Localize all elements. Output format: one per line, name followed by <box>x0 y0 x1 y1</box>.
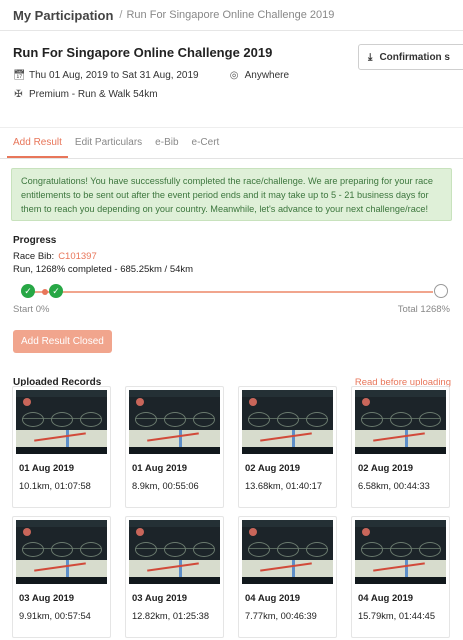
breadcrumb-event: Run For Singapore Online Challenge 2019 <box>126 9 335 21</box>
progress-total-label: Total 1268% <box>397 304 450 315</box>
record-date: 01 Aug 2019 <box>19 463 75 474</box>
record-stats: 9.91km, 00:57:54 <box>19 611 91 621</box>
progress-labels: Start 0% Total 1268% <box>13 304 450 315</box>
progress-start-label: Start 0% <box>13 304 50 315</box>
record-screenshot[interactable] <box>242 390 333 454</box>
record-stats: 13.68km, 01:40:17 <box>245 481 323 491</box>
breadcrumb-my-participation[interactable]: My Participation <box>13 8 113 23</box>
tab-e-bib[interactable]: e-Bib <box>155 128 178 158</box>
event-location-text: Anywhere <box>244 70 290 81</box>
record-screenshot[interactable] <box>129 520 220 584</box>
record-date: 02 Aug 2019 <box>245 463 301 474</box>
record-screenshot[interactable] <box>16 520 107 584</box>
confirmation-button[interactable]: ⤓ Confirmation s <box>358 44 463 70</box>
progress-heading: Progress <box>13 235 57 246</box>
record-date: 01 Aug 2019 <box>132 463 188 474</box>
record-card[interactable]: 02 Aug 2019 6.58km, 00:44:33 <box>351 386 450 508</box>
record-stats: 15.79km, 01:44:45 <box>358 611 436 621</box>
tab-e-cert[interactable]: e-Cert <box>192 128 220 158</box>
check-icon: ✓ <box>49 284 63 298</box>
record-date: 02 Aug 2019 <box>358 463 414 474</box>
progress-line <box>29 291 433 293</box>
confirmation-label: Confirmation s <box>379 51 450 63</box>
event-meta: 📅︎ Thu 01 Aug, 2019 to Sat 31 Aug, 2019 … <box>13 70 450 81</box>
record-date: 04 Aug 2019 <box>358 593 414 604</box>
records-header: Uploaded Records Read before uploading <box>0 353 463 388</box>
record-screenshot[interactable] <box>355 390 446 454</box>
record-card[interactable]: 02 Aug 2019 13.68km, 01:40:17 <box>238 386 337 508</box>
record-card[interactable]: 04 Aug 2019 15.79km, 01:44:45 <box>351 516 450 638</box>
record-screenshot[interactable] <box>355 520 446 584</box>
event-header: Run For Singapore Online Challenge 2019 … <box>0 31 463 128</box>
record-date: 04 Aug 2019 <box>245 593 301 604</box>
record-date: 03 Aug 2019 <box>132 593 188 604</box>
record-card[interactable]: 03 Aug 2019 12.82km, 01:25:38 <box>125 516 224 638</box>
download-icon: ⤓ <box>368 51 373 63</box>
progress-marker <box>42 289 48 295</box>
event-location: ◎ Anywhere <box>229 70 289 81</box>
record-stats: 6.58km, 00:44:33 <box>358 481 430 491</box>
record-screenshot[interactable] <box>129 390 220 454</box>
record-card[interactable]: 01 Aug 2019 8.9km, 00:55:06 <box>125 386 224 508</box>
check-icon: ✓ <box>21 284 35 298</box>
event-category: Premium - Run & Walk 54km <box>29 89 158 100</box>
record-card[interactable]: 03 Aug 2019 9.91km, 00:57:54 <box>12 516 111 638</box>
event-dates: Thu 01 Aug, 2019 to Sat 31 Aug, 2019 <box>29 70 199 81</box>
record-date: 03 Aug 2019 <box>19 593 75 604</box>
record-screenshot[interactable] <box>16 390 107 454</box>
add-result-button[interactable]: Add Result Closed <box>13 330 112 353</box>
runner-icon: ✠ <box>14 89 23 100</box>
tab-bar: Add Result Edit Particulars e-Bib e-Cert <box>0 128 463 159</box>
progress-end-node <box>434 284 448 298</box>
calendar-icon: 📅︎ <box>13 70 26 81</box>
tab-add-result[interactable]: Add Result <box>7 128 68 158</box>
race-bib-value[interactable]: C101397 <box>58 251 97 262</box>
record-screenshot[interactable] <box>242 520 333 584</box>
record-stats: 12.82km, 01:25:38 <box>132 611 210 621</box>
tab-edit-particulars[interactable]: Edit Particulars <box>75 128 142 158</box>
record-card[interactable]: 01 Aug 2019 10.1km, 01:07:58 <box>12 386 111 508</box>
progress-track: ✓ ✓ <box>13 281 450 303</box>
race-bib: Race Bib: C101397 <box>13 251 450 262</box>
success-alert: Congratulations! You have successfully c… <box>11 168 452 221</box>
race-bib-label: Race Bib: <box>13 251 55 262</box>
event-category-row: ✠ Premium - Run & Walk 54km <box>13 89 450 100</box>
record-stats: 10.1km, 01:07:58 <box>19 481 91 491</box>
record-card[interactable]: 04 Aug 2019 7.77km, 00:46:39 <box>238 516 337 638</box>
breadcrumb: My Participation / Run For Singapore Onl… <box>0 0 463 31</box>
progress-summary: Run, 1268% completed - 685.25km / 54km <box>13 264 194 275</box>
record-stats: 8.9km, 00:55:06 <box>132 481 199 491</box>
record-stats: 7.77km, 00:46:39 <box>245 611 317 621</box>
breadcrumb-separator: / <box>119 9 123 21</box>
location-pin-icon: ◎ <box>229 70 239 81</box>
progress-section: Progress Race Bib: C101397 Run, 1268% com… <box>0 221 463 353</box>
